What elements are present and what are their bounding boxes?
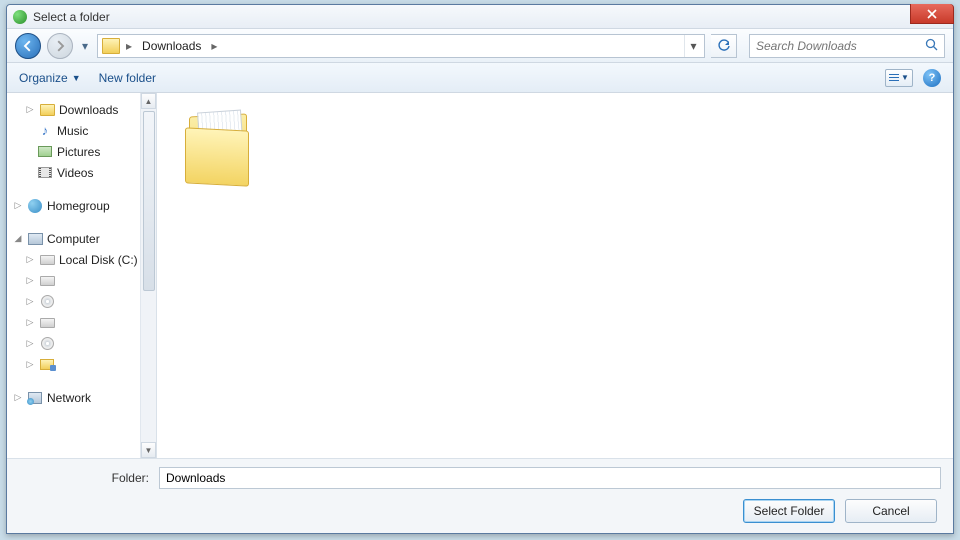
breadcrumb-separator[interactable]: ▸	[124, 35, 134, 57]
sidebar-scrollbar[interactable]: ▲ ▼	[140, 93, 156, 458]
cd-icon	[41, 295, 54, 308]
folder-content-pane[interactable]	[157, 93, 953, 458]
tree-item-videos[interactable]: Videos	[9, 162, 156, 183]
homegroup-icon	[28, 199, 42, 213]
tree-item-drive[interactable]: ▷	[9, 270, 156, 291]
tree-label: Network	[47, 391, 91, 405]
search-icon	[925, 38, 938, 54]
network-icon	[28, 392, 42, 404]
new-folder-button[interactable]: New folder	[99, 71, 156, 85]
search-box[interactable]	[749, 34, 945, 58]
breadcrumb-item[interactable]: Downloads	[136, 35, 207, 57]
select-folder-button[interactable]: Select Folder	[743, 499, 835, 523]
tree-item-optical[interactable]: ▷	[9, 291, 156, 312]
tree-item-local-disk[interactable]: ▷ Local Disk (C:)	[9, 249, 156, 270]
nav-tree: ▷ Downloads ♪ Music Pictures Videos	[7, 93, 157, 458]
tree-item-homegroup[interactable]: ▷ Homegroup	[9, 195, 156, 216]
button-label: Select Folder	[754, 504, 825, 518]
tree-item-music[interactable]: ♪ Music	[9, 120, 156, 141]
expand-icon[interactable]: ▷	[25, 275, 35, 286]
expand-icon[interactable]: ▷	[25, 104, 35, 115]
address-bar[interactable]: ▸ Downloads ▸ ▾	[97, 34, 705, 58]
scroll-up-button[interactable]: ▲	[141, 93, 156, 109]
window-title: Select a folder	[33, 10, 110, 24]
tree-item-optical[interactable]: ▷	[9, 333, 156, 354]
window-controls	[910, 4, 954, 24]
expand-icon[interactable]: ▷	[25, 296, 35, 307]
button-label: Cancel	[872, 504, 909, 518]
music-icon: ♪	[37, 124, 53, 138]
videos-icon	[38, 167, 52, 178]
folder-picker-dialog: Select a folder ▾ ▸ Downloads ▸ ▾	[6, 4, 954, 534]
chevron-down-icon: ▼	[72, 73, 81, 83]
usb-icon	[40, 359, 54, 370]
titlebar[interactable]: Select a folder	[7, 5, 953, 29]
app-icon	[13, 10, 27, 24]
tree-label: Videos	[57, 166, 93, 180]
expand-icon[interactable]: ▷	[13, 200, 23, 211]
organize-label: Organize	[19, 71, 68, 85]
chevron-down-icon: ▼	[901, 73, 909, 82]
tree-item-downloads[interactable]: ▷ Downloads	[9, 99, 156, 120]
view-options-button[interactable]: ▼	[885, 69, 913, 87]
tree-label: Pictures	[57, 145, 100, 159]
new-folder-label: New folder	[99, 71, 156, 85]
history-dropdown[interactable]: ▾	[79, 36, 91, 56]
tree-item-drive[interactable]: ▷	[9, 312, 156, 333]
folder-icon	[40, 104, 55, 116]
drive-icon	[40, 318, 55, 328]
tree-label: Downloads	[59, 103, 118, 117]
folder-icon	[102, 38, 120, 54]
address-dropdown[interactable]: ▾	[684, 35, 702, 57]
search-input[interactable]	[756, 39, 925, 53]
nav-row: ▾ ▸ Downloads ▸ ▾	[7, 29, 953, 63]
cd-icon	[41, 337, 54, 350]
expand-icon[interactable]: ▷	[25, 338, 35, 349]
organize-menu[interactable]: Organize ▼	[19, 71, 81, 85]
tree-item-pictures[interactable]: Pictures	[9, 141, 156, 162]
toolbar: Organize ▼ New folder ▼ ?	[7, 63, 953, 93]
folder-item[interactable]	[183, 107, 261, 193]
computer-icon	[28, 233, 43, 245]
tree-item-removable[interactable]: ▷	[9, 354, 156, 375]
breadcrumb-separator[interactable]: ▸	[209, 35, 219, 57]
scroll-down-button[interactable]: ▼	[141, 442, 156, 458]
refresh-button[interactable]	[711, 34, 737, 58]
tree-label: Local Disk (C:)	[59, 253, 138, 267]
scrollbar-thumb[interactable]	[143, 111, 155, 291]
help-button[interactable]: ?	[923, 69, 941, 87]
tree-label: Computer	[47, 232, 100, 246]
view-icon	[889, 74, 899, 82]
back-button[interactable]	[15, 33, 41, 59]
folder-name-row: Folder:	[19, 467, 941, 489]
cancel-button[interactable]: Cancel	[845, 499, 937, 523]
tree-item-network[interactable]: ▷ Network	[9, 387, 156, 408]
folder-field-label: Folder:	[19, 471, 149, 485]
folder-name-input[interactable]	[159, 467, 941, 489]
expand-icon[interactable]: ▷	[25, 317, 35, 328]
disk-icon	[40, 255, 55, 265]
pictures-icon	[38, 146, 52, 157]
dialog-footer: Folder: Select Folder Cancel	[7, 458, 953, 533]
expand-icon[interactable]: ▷	[13, 392, 23, 403]
tree-item-computer[interactable]: ◢ Computer	[9, 228, 156, 249]
close-button[interactable]	[910, 4, 954, 24]
expand-icon[interactable]: ▷	[25, 359, 35, 370]
collapse-icon[interactable]: ◢	[13, 233, 23, 244]
tree-label: Music	[57, 124, 88, 138]
expand-icon[interactable]: ▷	[25, 254, 35, 265]
tree-label: Homegroup	[47, 199, 110, 213]
dialog-body: ▷ Downloads ♪ Music Pictures Videos	[7, 93, 953, 458]
forward-button[interactable]	[47, 33, 73, 59]
drive-icon	[40, 276, 55, 286]
